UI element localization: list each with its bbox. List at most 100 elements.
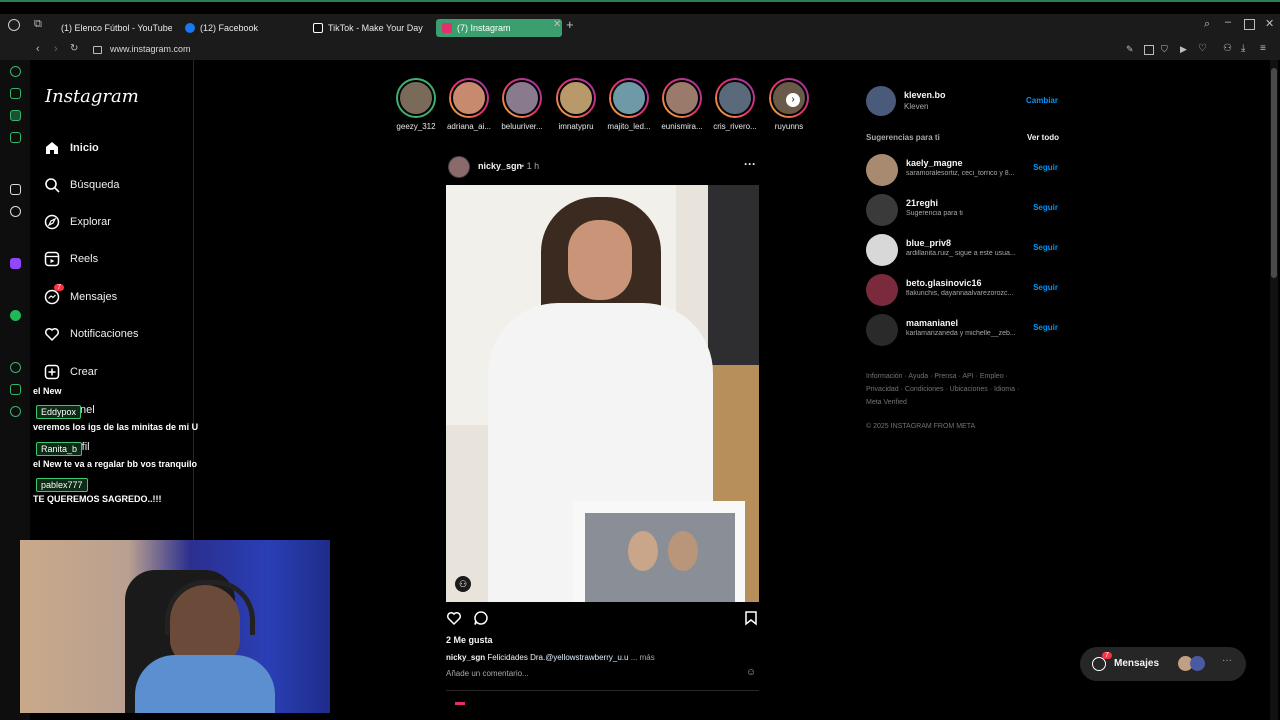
story-item[interactable]: adriana_ai... bbox=[444, 78, 494, 131]
follow-button[interactable]: Seguir bbox=[1033, 243, 1058, 252]
sidebar-app-icon[interactable] bbox=[10, 384, 21, 395]
suggestion-username[interactable]: blue_priv8 bbox=[906, 238, 951, 248]
nav-item-create[interactable]: Crear bbox=[44, 361, 98, 383]
sidebar-app-icon[interactable] bbox=[10, 184, 21, 195]
twitch-icon[interactable] bbox=[10, 258, 21, 269]
sidebar-app-icon[interactable] bbox=[10, 88, 21, 99]
caption-username[interactable]: nicky_sgn bbox=[446, 653, 485, 662]
plus-icon bbox=[44, 364, 60, 380]
sidebar-app-icon[interactable] bbox=[10, 206, 21, 217]
browser-logo-icon[interactable] bbox=[8, 19, 20, 31]
chat-username: pablex777 bbox=[36, 478, 88, 492]
nav-item-home[interactable]: Inicio bbox=[44, 137, 99, 159]
story-item[interactable]: beluuriver... bbox=[497, 78, 547, 131]
post-username[interactable]: nicky_sgn bbox=[478, 161, 522, 171]
next-post-avatar bbox=[455, 702, 465, 705]
shield-icon[interactable]: ⛉ bbox=[1161, 44, 1168, 55]
like-icon[interactable] bbox=[446, 610, 462, 631]
stories-next-icon[interactable]: › bbox=[786, 93, 800, 107]
account-username[interactable]: kleven.bo bbox=[904, 90, 946, 100]
suggestion-avatar[interactable] bbox=[866, 194, 898, 226]
sidebar-app-icon[interactable] bbox=[10, 66, 21, 77]
settings-icon[interactable] bbox=[10, 406, 21, 417]
comment-icon[interactable] bbox=[473, 610, 489, 631]
sidebar-app-icon[interactable] bbox=[10, 132, 21, 143]
footer-links[interactable]: Información · Ayuda · Prensa · API · Emp… bbox=[866, 373, 1008, 380]
see-all-link[interactable]: Ver todo bbox=[1027, 133, 1059, 142]
suggestion-username[interactable]: 21reghi bbox=[906, 198, 938, 208]
post-image[interactable]: ⚇ bbox=[446, 185, 759, 602]
follow-button[interactable]: Seguir bbox=[1033, 203, 1058, 212]
suggestion-avatar[interactable] bbox=[866, 274, 898, 306]
messages-button[interactable]: 7 Mensajes ··· bbox=[1080, 647, 1246, 681]
tab-instagram[interactable]: (7) Instagram bbox=[436, 19, 562, 37]
nav-label: nel bbox=[80, 404, 95, 416]
instagram-logo[interactable]: Instagram bbox=[45, 86, 139, 107]
nav-item-messages[interactable]: 7 Mensajes bbox=[44, 284, 117, 308]
follow-button[interactable]: Seguir bbox=[1033, 163, 1058, 172]
sidebar-app-icon[interactable] bbox=[10, 110, 21, 121]
play-icon[interactable]: ▶ bbox=[1180, 44, 1187, 55]
suggestion-avatar[interactable] bbox=[866, 314, 898, 346]
maximize-icon[interactable] bbox=[1244, 19, 1255, 30]
footer-links[interactable]: Meta Verified bbox=[866, 399, 907, 406]
nav-item-explore[interactable]: Explorar bbox=[44, 211, 111, 233]
spotify-icon[interactable] bbox=[10, 310, 21, 321]
nav-item-notifications[interactable]: Notificaciones bbox=[44, 323, 138, 345]
follow-button[interactable]: Seguir bbox=[1033, 283, 1058, 292]
footer-links[interactable]: Privacidad · Condiciones · Ubicaciones ·… bbox=[866, 386, 1019, 393]
likes-count[interactable]: 2 Me gusta bbox=[446, 635, 493, 645]
close-window-icon[interactable]: ✕ bbox=[1265, 17, 1274, 30]
caption-mention[interactable]: @yellowstrawberry_u.u bbox=[545, 653, 628, 662]
back-icon[interactable]: ‹ bbox=[36, 43, 40, 55]
tagged-user-icon[interactable]: ⚇ bbox=[455, 576, 471, 592]
nav-label: Notificaciones bbox=[70, 328, 139, 340]
story-item[interactable]: cris_rivero... bbox=[710, 78, 760, 131]
heart-icon[interactable]: ♡ bbox=[1198, 43, 1207, 54]
comment-input[interactable]: Añade un comentario... bbox=[446, 669, 529, 678]
tab-facebook[interactable]: (12) Facebook bbox=[185, 19, 295, 37]
nav-item-reels[interactable]: Reels bbox=[44, 248, 98, 270]
suggestion-context: ardillanita.ruiz_ sigue a este usua... bbox=[906, 250, 1016, 257]
story-item[interactable]: geezy_312 bbox=[391, 78, 441, 131]
forward-icon[interactable]: › bbox=[54, 43, 58, 55]
new-tab-icon[interactable]: + bbox=[566, 17, 574, 32]
suggestion-username[interactable]: beto.glasinovic16 bbox=[906, 278, 982, 288]
chat-message: el New te va a regalar bb vos tranquilo bbox=[33, 459, 198, 469]
tab-youtube[interactable]: (1) Elenco Fútbol - YouTube bbox=[56, 19, 172, 37]
history-icon[interactable] bbox=[10, 362, 21, 373]
story-username: ruyunns bbox=[774, 122, 804, 131]
story-item[interactable]: majito_led... bbox=[604, 78, 654, 131]
follow-button[interactable]: Seguir bbox=[1033, 323, 1058, 332]
facebook-icon bbox=[185, 23, 195, 33]
page-scrollbar[interactable] bbox=[1270, 60, 1278, 720]
story-item[interactable]: eunismira... bbox=[657, 78, 707, 131]
scrollbar-thumb[interactable] bbox=[1271, 68, 1277, 278]
account-avatar[interactable] bbox=[866, 86, 896, 116]
close-tab-icon[interactable]: ✕ bbox=[553, 19, 561, 30]
tab-overview-icon[interactable]: ⧉ bbox=[34, 18, 42, 31]
minimize-icon[interactable]: – bbox=[1225, 16, 1231, 28]
reader-icon[interactable] bbox=[1144, 45, 1154, 55]
search-tabs-icon[interactable]: ⌕ bbox=[1204, 18, 1210, 31]
menu-icon[interactable]: ≡ bbox=[1260, 43, 1266, 54]
suggestion-context: karlamanzaneda y michelle__zeb... bbox=[906, 330, 1016, 337]
url-field[interactable]: www.instagram.com bbox=[110, 44, 191, 54]
suggestion-username[interactable]: kaely_magne bbox=[906, 158, 963, 168]
suggestion-avatar[interactable] bbox=[866, 234, 898, 266]
post-avatar[interactable] bbox=[448, 156, 470, 178]
nav-item-search[interactable]: Búsqueda bbox=[44, 174, 120, 196]
profile-icon[interactable]: ⚇ bbox=[1223, 43, 1232, 54]
save-icon[interactable] bbox=[743, 610, 759, 631]
story-item[interactable]: imnatypru bbox=[551, 78, 601, 131]
suggestion-avatar[interactable] bbox=[866, 154, 898, 186]
caption-more[interactable]: ... más bbox=[631, 653, 655, 662]
pin-icon[interactable]: ✎ bbox=[1126, 44, 1134, 55]
emoji-icon[interactable]: ☺ bbox=[746, 667, 756, 678]
more-options-icon[interactable]: ··· bbox=[744, 157, 756, 171]
reload-icon[interactable]: ↻ bbox=[70, 43, 78, 54]
suggestion-username[interactable]: mamanianel bbox=[906, 318, 958, 328]
switch-account-link[interactable]: Cambiar bbox=[1026, 96, 1058, 105]
tab-tiktok[interactable]: TikTok - Make Your Day bbox=[313, 19, 428, 37]
download-icon[interactable]: ⤓ bbox=[1241, 43, 1245, 54]
